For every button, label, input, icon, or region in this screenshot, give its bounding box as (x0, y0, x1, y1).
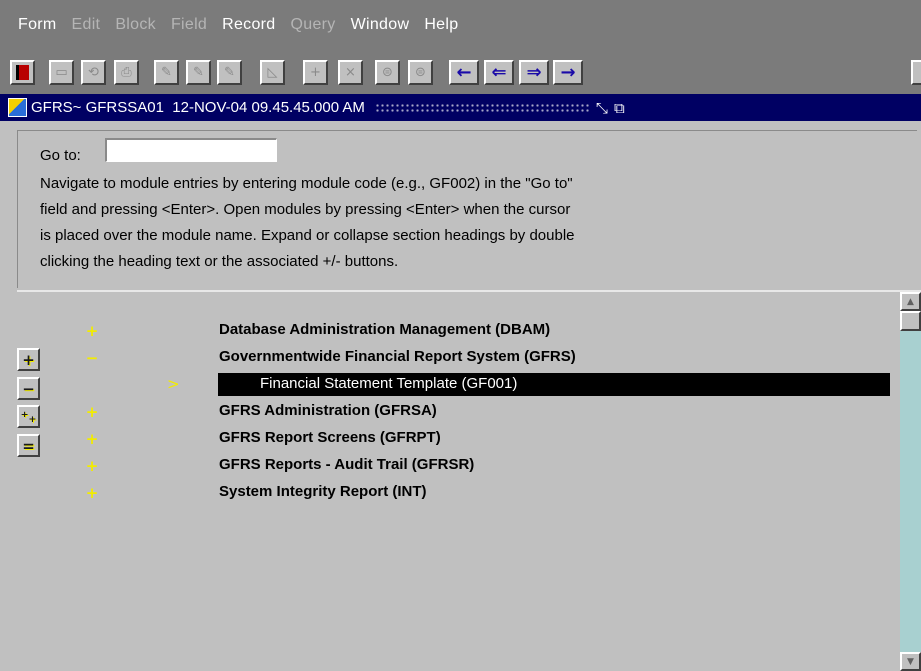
scroll-thumb[interactable] (900, 311, 921, 331)
restore-icon[interactable]: ⧉ (614, 99, 625, 117)
enter-query-button[interactable]: ⊜ (375, 60, 400, 85)
delete-record-button[interactable]: × (338, 60, 363, 85)
tree-item[interactable]: + GFRS Administration (GFRSA) (0, 399, 900, 425)
exit-button[interactable] (10, 60, 35, 85)
tree-item[interactable]: + GFRS Reports - Audit Trail (GFRSR) (0, 453, 900, 479)
execute-query-icon: ⊜ (415, 65, 426, 80)
tree-item-label[interactable]: Database Administration Management (DBAM… (219, 321, 550, 338)
expand-plus-icon: + (22, 350, 35, 369)
tree-item-label[interactable]: Financial Statement Template (GF001) (260, 375, 517, 392)
tree-item-label[interactable]: GFRS Administration (GFRSA) (219, 402, 437, 419)
help-text-line: Navigate to module entries by entering m… (40, 175, 573, 192)
instructions-panel: Go to: Navigate to module entries by ent… (17, 130, 917, 288)
arrow-left-icon: ← (456, 62, 472, 83)
menu-block[interactable]: Block (115, 16, 156, 34)
previous-record-button[interactable]: ⇐ (484, 60, 514, 85)
revert-icon: ⟲ (88, 65, 99, 80)
tree-item-label[interactable]: Governmentwide Financial Report System (… (219, 348, 576, 365)
scroll-down-icon[interactable]: ▼ (900, 652, 921, 671)
printer-icon: ⎙ (121, 65, 132, 80)
expand-all-button[interactable]: ⁺₊ (17, 405, 40, 428)
window-title: GFRS~ GFRSSA01 12-NOV-04 09.45.45.000 AM (31, 99, 365, 116)
save-button[interactable]: ▭ (49, 60, 74, 85)
collapse-all-button[interactable]: = (17, 434, 40, 457)
tree-item[interactable]: + Database Administration Management (DBA… (0, 318, 900, 344)
clear-form-icon: ✎ (161, 65, 172, 80)
tree-item-label[interactable]: GFRS Reports - Audit Trail (GFRSR) (219, 456, 474, 473)
vertical-scrollbar[interactable]: ▲ ▼ (900, 292, 921, 671)
x-icon: × (345, 65, 356, 80)
clear-block-icon: ✎ (193, 65, 204, 80)
query-icon: ⊜ (382, 65, 393, 80)
next-record-button[interactable]: ⇒ (519, 60, 549, 85)
arrow-right-bold-icon: ⇒ (526, 62, 542, 83)
goto-label: Go to: (40, 147, 81, 164)
expand-button[interactable]: + (17, 348, 40, 371)
tree-item-label[interactable]: System Integrity Report (INT) (219, 483, 427, 500)
collapse-all-icon: = (22, 436, 35, 455)
collapse-minus-icon: − (22, 379, 35, 398)
arrow-right-icon: → (560, 62, 576, 83)
goto-input[interactable] (105, 138, 277, 162)
app-icon (8, 98, 27, 117)
toolbar: ▭ ⟲ ⎙ ✎ ✎ ✎ ◺ + × ⊜ ⊜ ← ⇐ ⇒ → (0, 50, 921, 94)
clear-block-button[interactable]: ✎ (186, 60, 211, 85)
expand-all-icon: ⁺₊ (20, 407, 37, 426)
menu-bar: Form Edit Block Field Record Query Window Help (0, 0, 921, 50)
title-drag-pattern (374, 103, 590, 112)
expand-toggle-icon[interactable]: + (85, 403, 99, 421)
tree-item[interactable]: + GFRS Report Screens (GFRPT) (0, 426, 900, 452)
menu-edit[interactable]: Edit (72, 16, 101, 34)
next-block-button[interactable]: → (553, 60, 583, 85)
tree-item-selected[interactable]: > Financial Statement Template (GF001) (0, 372, 900, 398)
help-text-line: field and pressing <Enter>. Open modules… (40, 201, 571, 218)
tree-item[interactable]: − Governmentwide Financial Report System … (0, 345, 900, 371)
clear-record-button[interactable]: ✎ (217, 60, 242, 85)
expand-toggle-icon[interactable]: + (85, 457, 99, 475)
help-text-line: is placed over the module name. Expand o… (40, 227, 575, 244)
menu-help[interactable]: Help (424, 16, 458, 34)
clear-field-button[interactable]: ◺ (260, 60, 285, 85)
tree-item[interactable]: + System Integrity Report (INT) (0, 480, 900, 506)
expand-toggle-icon[interactable]: + (85, 430, 99, 448)
menu-field[interactable]: Field (171, 16, 207, 34)
print-button[interactable]: ⎙ (114, 60, 139, 85)
window-title-bar[interactable]: GFRS~ GFRSSA01 12-NOV-04 09.45.45.000 AM… (0, 94, 921, 121)
menu-query[interactable]: Query (291, 16, 336, 34)
minimize-icon[interactable]: ⤡ (596, 99, 608, 117)
toolbar-overflow-button[interactable] (911, 60, 921, 85)
module-tree: + Database Administration Management (DBA… (0, 292, 900, 671)
save-icon: ▭ (55, 65, 68, 80)
menu-window[interactable]: Window (351, 16, 410, 34)
door-exit-icon (16, 65, 29, 80)
menu-record[interactable]: Record (222, 16, 275, 34)
arrow-left-bold-icon: ⇐ (491, 62, 507, 83)
insert-record-button[interactable]: + (303, 60, 328, 85)
scroll-up-icon[interactable]: ▲ (900, 292, 921, 311)
collapse-button[interactable]: − (17, 377, 40, 400)
menu-form[interactable]: Form (18, 16, 57, 34)
collapse-toggle-icon[interactable]: − (85, 349, 99, 367)
expand-toggle-icon[interactable]: + (85, 322, 99, 340)
clear-form-button[interactable]: ✎ (154, 60, 179, 85)
expand-toggle-icon[interactable]: + (85, 484, 99, 502)
previous-block-button[interactable]: ← (449, 60, 479, 85)
eraser-icon: ◺ (267, 65, 278, 80)
help-text-line: clicking the heading text or the associa… (40, 253, 399, 270)
current-row-indicator-icon: > (167, 375, 180, 393)
plus-icon: + (310, 65, 321, 80)
revert-button[interactable]: ⟲ (81, 60, 106, 85)
clear-record-icon: ✎ (224, 65, 235, 80)
tree-item-label[interactable]: GFRS Report Screens (GFRPT) (219, 429, 441, 446)
execute-query-button[interactable]: ⊜ (408, 60, 433, 85)
